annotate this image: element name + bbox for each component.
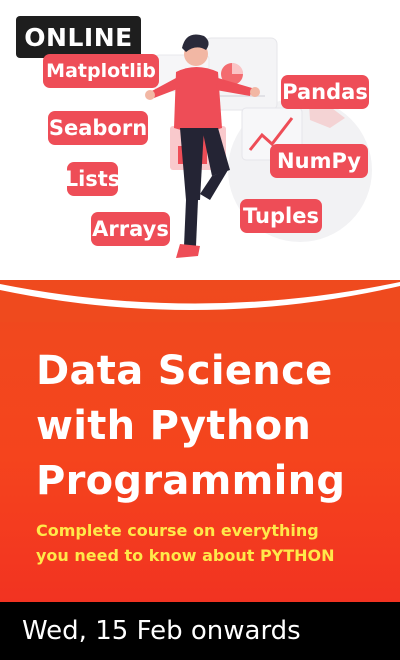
start-date-text: Wed, 15 Feb onwards [22, 616, 301, 646]
tag-tuples: Tuples [240, 199, 322, 233]
tag-lists: Lists [65, 162, 120, 196]
tag-matplotlib: Matplotlib [43, 54, 159, 88]
tag-seaborn: Seaborn [48, 111, 148, 145]
tag-arrays: Arrays [91, 212, 170, 246]
course-title-line-3: Programming [36, 458, 346, 504]
course-subtitle-line-2: you need to know about PYTHON [36, 546, 335, 565]
course-title: Data Science with Python Programming [36, 344, 386, 509]
hero-illustration-area: ONLINE Matplotlib Pandas Seaborn NumPy L… [0, 0, 400, 300]
date-footer: Wed, 15 Feb onwards [0, 602, 400, 660]
course-promo-card[interactable]: ONLINE Matplotlib Pandas Seaborn NumPy L… [0, 0, 400, 660]
tag-pandas: Pandas [281, 75, 369, 109]
tag-numpy: NumPy [270, 144, 368, 178]
course-title-line-2: with Python [36, 403, 312, 449]
course-subtitle: Complete course on everything you need t… [36, 518, 386, 568]
course-subtitle-line-1: Complete course on everything [36, 521, 319, 540]
banner-curve-divider [0, 282, 400, 322]
course-title-line-1: Data Science [36, 348, 333, 394]
online-badge: ONLINE [16, 16, 141, 58]
